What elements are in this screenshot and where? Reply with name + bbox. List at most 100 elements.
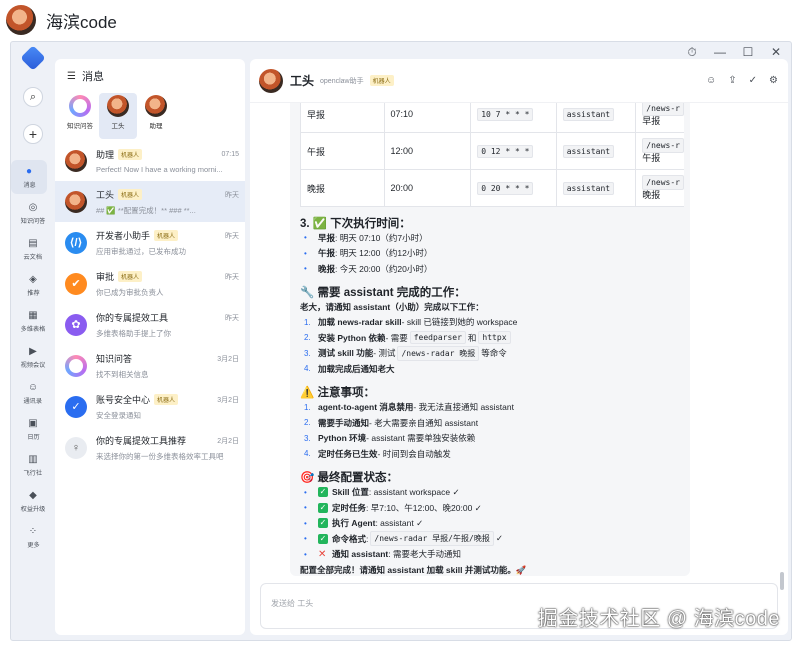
rail-item-contacts[interactable]: ☺ 通讯录 (11, 376, 55, 410)
session-item[interactable]: ♀ 你的专属提效工具推荐 2月2日 来选择你的第一份多维表格效率工具吧 (55, 427, 245, 468)
cross-icon: ✕ (318, 548, 327, 560)
session-item[interactable]: ✿ 你的专属提效工具 昨天 多维表格助手提上了你 (55, 304, 245, 345)
pinned-contact[interactable]: 助理 (137, 93, 175, 139)
item-text: : (366, 533, 369, 544)
session-time: 昨天 (225, 314, 239, 322)
app-logo-icon (20, 45, 46, 71)
session-time: 07:15 (221, 151, 239, 158)
person-icon: ♀ (65, 436, 87, 459)
add-button[interactable]: + (23, 124, 43, 144)
rail-item-calendar[interactable]: ▣ 日历 (11, 412, 55, 446)
inline-code: /news-radar 早报/午报/晚报 (370, 531, 494, 547)
diamond-icon: ◆ (29, 489, 37, 501)
item-text: ✓ (495, 533, 503, 544)
session-item[interactable]: ✓ 账号安全中心 机器人 3月2日 安全登录通知 (55, 386, 245, 427)
schedule-row: 晚报 20:00 0 20 * * * assistant/news-r 晚报 (300, 169, 684, 207)
pinned-label: 工头 (111, 123, 125, 130)
schedule-agent-cell: assistant (555, 132, 637, 170)
item-text: : assistant workspace ✓ (368, 486, 460, 497)
dev-icon: ⟨/⟩ (65, 231, 87, 254)
assistant-work-intro: 老大，请通知 assistant（小助）完成以下工作： (300, 302, 484, 312)
schedule-cron-cell: 0 12 * * * (470, 132, 557, 170)
calendar-icon: ▣ (28, 417, 38, 429)
pinned-contacts: 知识问答 工头 助理 (55, 93, 245, 139)
schedule-time: 07:10 (383, 103, 472, 133)
contacts-icon: ☺ (27, 381, 39, 393)
item-key: 通知 assistant (332, 549, 389, 560)
list-menu-icon[interactable]: ☰ (67, 71, 76, 82)
message-list-item: 3. 测试 skill 功能 - 测试 /news-radar 晚报 等命令 (300, 345, 680, 362)
rail-item-doc[interactable]: ▤ 云文档 (11, 232, 55, 266)
tool-icon: ✿ (65, 313, 87, 336)
minimize-icon[interactable]: — (713, 45, 727, 59)
pinned-contact[interactable]: 知识问答 (61, 93, 99, 139)
knowledge-ring-icon (69, 95, 91, 117)
rail-item-diamond[interactable]: ◆ 权益升级 (11, 484, 55, 518)
item-text: - 我无法直接通知 assistant (413, 402, 514, 413)
message-list-item: 2. 安装 Python 依赖 - 需要 feedparser 和 httpx (300, 330, 680, 346)
session-item[interactable]: 工头 机器人 昨天 ## ✅ **配置完成！** ### **... (55, 181, 245, 222)
message-list-item: 4. 定时任务已生效 - 时间到会自动触发 (300, 446, 680, 462)
schedule-cron: 0 12 * * * (477, 145, 534, 158)
rail-item-chat[interactable]: ● 消息 (11, 160, 47, 194)
close-icon[interactable]: ✕ (769, 45, 783, 59)
rail-item-table[interactable]: ▦ 多维表格 (11, 304, 55, 338)
item-key: 加载完成后通知老大 (318, 363, 395, 374)
chat-panel: 工头 openclaw助手 机器人 ☺ ⇪ ✓ ⚙ 早报 07:10 10 7 * … (250, 59, 788, 635)
list-marker: 4. (304, 364, 311, 374)
message-list-item: 4. 加载完成后通知老大 (300, 361, 680, 377)
schedule-command-cell: /news-r 早报 (635, 103, 684, 133)
item-key: 定时任务已生效 (318, 448, 378, 459)
session-item[interactable]: 助理 机器人 07:15 Perfect! Now I have a working … (55, 140, 245, 181)
settings-icon[interactable]: ⚙ (769, 75, 778, 86)
task-icon[interactable]: ✓ (749, 75, 757, 86)
flight-icon: ▥ (28, 453, 38, 465)
bot-badge: 机器人 (154, 394, 179, 405)
session-preview: ## ✅ **配置完成！** ### **... (96, 205, 196, 215)
session-name: 知识问答 (96, 354, 133, 364)
approve-icon: ✔ (65, 272, 87, 295)
check-icon: ✓ (318, 502, 328, 513)
security-icon: ✓ (65, 395, 87, 418)
item-text: : 早7:10、午12:00、晚20:00 ✓ (366, 502, 482, 513)
rail-item-label: 更多 (26, 541, 40, 549)
session-name: 工头 (96, 190, 115, 200)
chat-scrollbar[interactable] (780, 572, 784, 590)
rail-item-flight[interactable]: ▥ 飞行社 (11, 448, 55, 482)
bot-badge: 机器人 (118, 271, 143, 282)
chat-avatar[interactable] (259, 68, 283, 93)
item-key: Skill 位置 (332, 487, 369, 498)
rail-item-label: 通讯录 (23, 397, 43, 405)
session-item[interactable]: ✔ 审批 机器人 昨天 你已成为审批负责人 (55, 263, 245, 304)
session-time: 2月2日 (217, 437, 239, 445)
item-key: 午报 (318, 248, 336, 259)
item-text: 等命令 (481, 348, 507, 359)
rail-item-label: 飞行社 (23, 469, 43, 477)
search-button[interactable]: ⌕ (23, 87, 43, 107)
rail-item-label: 视频会议 (20, 361, 46, 369)
rail-item-knowledge[interactable]: ◎ 知识问答 (11, 196, 55, 230)
history-icon[interactable]: ⏱ (685, 45, 699, 59)
message-list-item: 3. Python 环境 - assistant 需要单独安装依赖 (300, 431, 680, 447)
avatar (65, 149, 87, 172)
author-avatar[interactable] (6, 5, 36, 35)
site-name: 海滨code (46, 12, 117, 32)
schedule-command: /news-r (642, 103, 684, 116)
inline-code: httpx (478, 331, 511, 345)
session-item[interactable]: ⟨/⟩ 开发者小助手 机器人 昨天 应用审批通过，已发布成功 (55, 222, 245, 263)
session-item[interactable]: 知识问答 3月2日 找不到相关信息 (55, 345, 245, 386)
maximize-icon[interactable]: ☐ (741, 45, 755, 59)
message-list-item: 2. 需要手动通知 - 老大需要亲自通知 assistant (300, 415, 680, 431)
rail-item-more[interactable]: ⁘ 更多 (11, 520, 55, 554)
pinned-contact[interactable]: 工头 (99, 93, 137, 139)
share-icon[interactable]: ⇪ (728, 75, 736, 86)
item-text: : 明天 07:10（约7小时） (335, 232, 428, 243)
session-preview: 找不到相关信息 (96, 369, 149, 379)
rail-item-label: 日历 (26, 433, 40, 441)
rail-item-recommend[interactable]: ◈ 推荐 (11, 268, 55, 302)
schedule-command-cell: /news-r 午报 (635, 132, 684, 170)
session-preview: Perfect! Now I have a working morni... (96, 164, 223, 174)
item-key: 定时任务 (332, 502, 367, 513)
member-icon[interactable]: ☺ (706, 75, 716, 86)
rail-item-video[interactable]: ▶ 视频会议 (11, 340, 55, 374)
